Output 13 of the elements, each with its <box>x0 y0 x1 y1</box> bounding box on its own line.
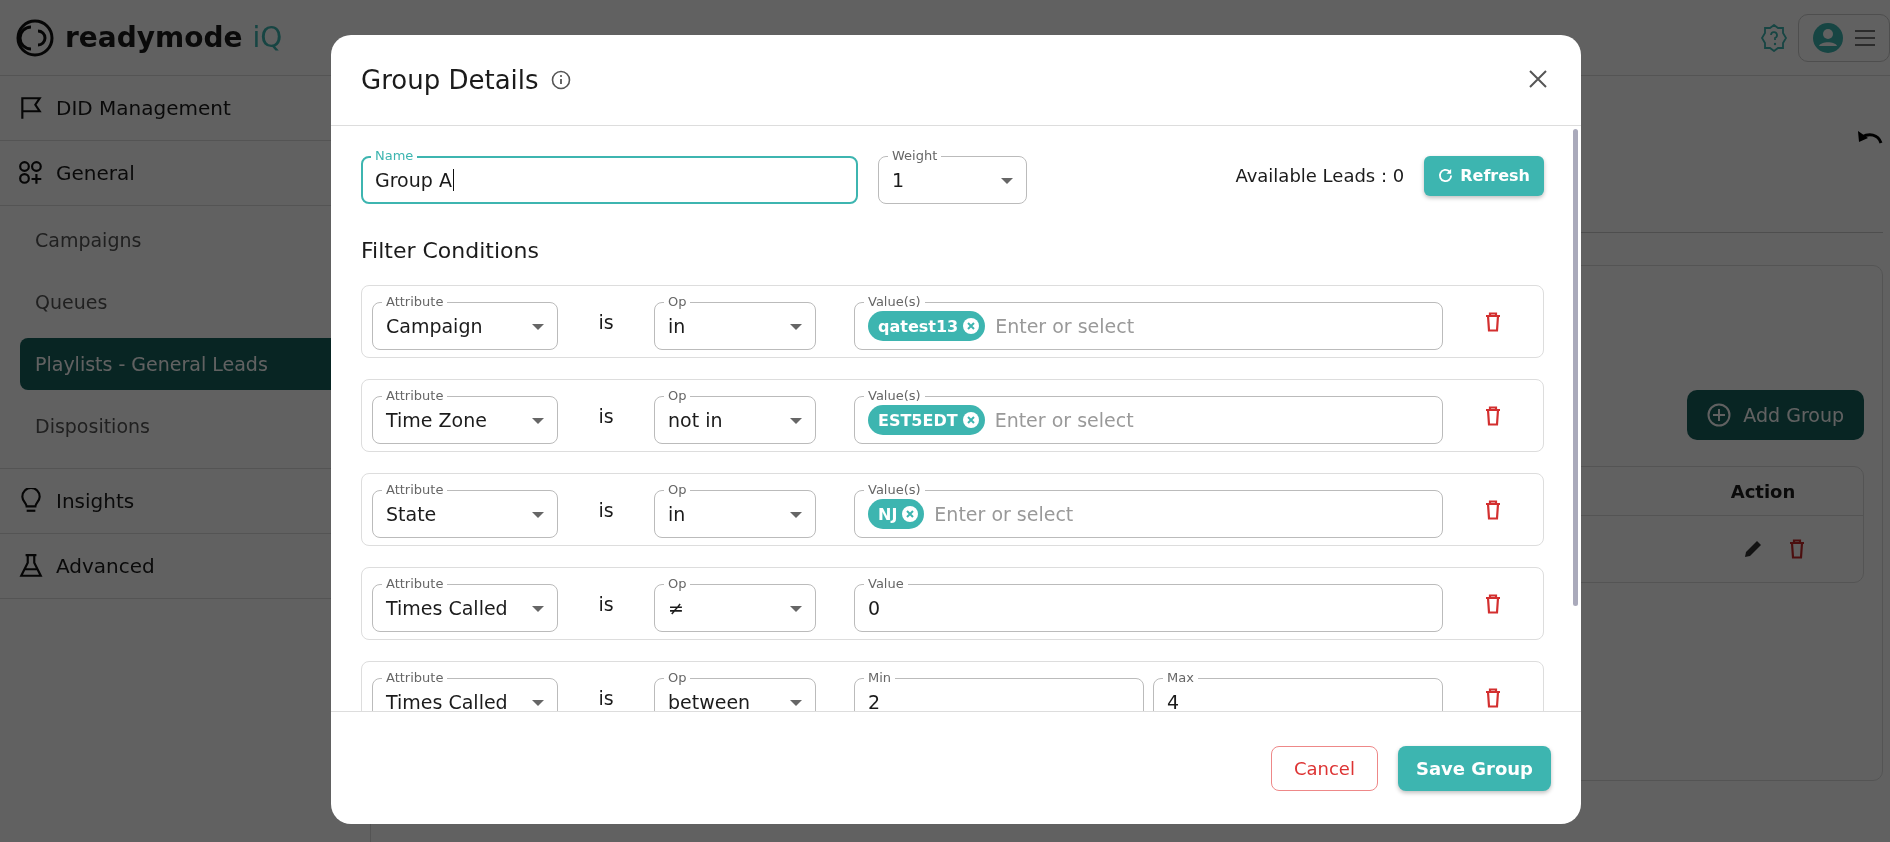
logo-text: readymode <box>65 21 243 54</box>
connector-text: is <box>597 686 615 709</box>
column-header: Action <box>1730 480 1796 502</box>
connector-text: is <box>597 404 615 427</box>
available-leads-text: Available Leads : 0 <box>1235 165 1405 186</box>
value-chip: NJ <box>868 499 925 529</box>
section-title: Filter Conditions <box>361 238 540 263</box>
value-chip: qatest13 <box>868 311 986 341</box>
value-chip: EST5EDT <box>868 405 985 435</box>
connector-text: is <box>597 592 615 615</box>
logo-suffix: iQ <box>252 21 283 54</box>
connector-text: is <box>597 498 615 521</box>
connector-text: is <box>597 310 615 333</box>
